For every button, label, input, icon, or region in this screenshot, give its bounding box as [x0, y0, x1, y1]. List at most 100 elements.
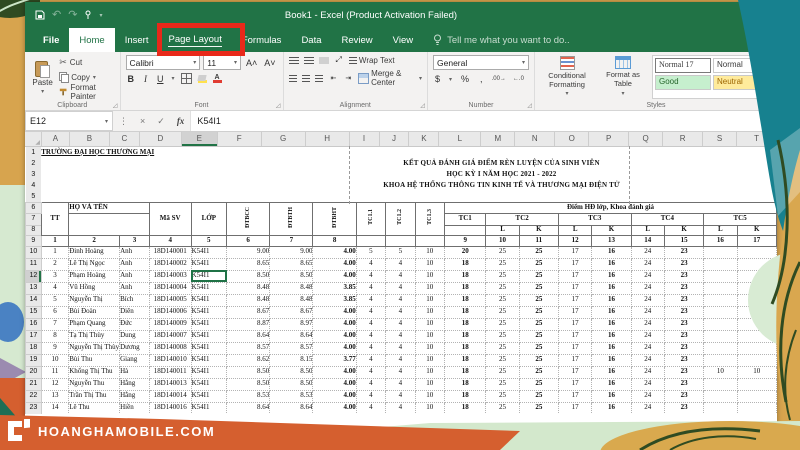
cell[interactable]: 25 [518, 365, 559, 379]
cell-style-neutral[interactable]: Neutral [713, 75, 769, 90]
row-header-3[interactable]: 3 [25, 169, 42, 180]
cell[interactable]: Hiền [119, 401, 150, 414]
cell[interactable]: 4 [355, 293, 387, 307]
cell[interactable]: Bùi Đoàn [68, 305, 121, 319]
cell[interactable]: TC5 [703, 212, 777, 226]
cell[interactable]: 4.00 [312, 269, 357, 283]
cell[interactable]: 23 [663, 353, 705, 367]
formula-bar-splitter[interactable]: ⋮ [113, 111, 134, 131]
cell[interactable]: 8.64 [226, 329, 271, 343]
cell[interactable]: 8.50 [226, 269, 271, 283]
cell[interactable]: 10 [414, 329, 446, 343]
cell[interactable]: 25 [485, 269, 520, 283]
column-header-J[interactable]: J [380, 132, 410, 146]
cell[interactable]: 13 [40, 389, 70, 403]
cell[interactable]: 25 [518, 389, 559, 403]
cell[interactable]: 4.00 [312, 305, 357, 319]
cell[interactable]: 4 [148, 234, 192, 247]
cell[interactable]: 17 [557, 389, 593, 403]
cell[interactable] [736, 377, 777, 391]
borders-icon[interactable] [180, 73, 192, 84]
cell[interactable]: K54I1 [190, 389, 228, 403]
cell[interactable]: TC3 [557, 212, 632, 226]
cell[interactable]: 2 [68, 234, 121, 247]
cell[interactable]: 5 [190, 234, 228, 247]
cell[interactable]: LỚP [190, 201, 228, 236]
cell[interactable] [703, 341, 738, 355]
cell[interactable] [703, 377, 738, 391]
cell[interactable]: L [630, 224, 665, 236]
cell[interactable]: 12 [557, 234, 593, 247]
cell[interactable]: 25 [518, 269, 559, 283]
cell[interactable]: 4 [355, 389, 387, 403]
cell[interactable]: Phạm Quang [68, 317, 121, 331]
cell[interactable] [703, 389, 738, 403]
cell[interactable]: K54I1 [190, 269, 228, 283]
report-subtitle-cell[interactable]: HỌC KỲ I NĂM HỌC 2021 - 2022 [227, 169, 777, 180]
cell[interactable]: 7 [40, 317, 70, 331]
column-header-H[interactable]: H [306, 132, 350, 146]
cell[interactable]: K54I1 [190, 245, 228, 259]
cell[interactable]: 8 [312, 234, 357, 247]
cell[interactable]: 18D140011 [148, 365, 192, 379]
font-dialog-launcher[interactable]: ◿ [276, 102, 281, 109]
cell[interactable]: 8.48 [226, 293, 271, 307]
cell[interactable]: 24 [630, 293, 665, 307]
underline-button[interactable]: U [155, 74, 166, 84]
cell[interactable]: 16 [591, 305, 632, 319]
column-header-N[interactable]: N [515, 132, 556, 146]
cell[interactable]: 17 [557, 329, 593, 343]
cell[interactable]: 4.00 [312, 365, 357, 379]
cell[interactable]: 24 [630, 317, 665, 331]
cell[interactable]: Đinh Hoàng [68, 245, 121, 259]
cell[interactable]: 2 [40, 257, 70, 271]
column-header-E[interactable]: E [181, 132, 218, 146]
cell[interactable]: K [736, 224, 777, 236]
cell[interactable]: 17 [557, 401, 593, 414]
cell[interactable]: ĐTBCC [226, 201, 271, 236]
cut-button[interactable]: ✂ Cut [59, 56, 114, 69]
cell[interactable]: 4.00 [312, 317, 357, 331]
cell[interactable]: 25 [485, 377, 520, 391]
cell[interactable]: L [485, 224, 520, 236]
cell[interactable]: 8.64 [269, 401, 314, 414]
cell[interactable] [703, 305, 738, 319]
cell[interactable]: 18D140007 [148, 329, 192, 343]
cell[interactable]: 10 [703, 365, 738, 379]
cell[interactable]: 4 [355, 365, 387, 379]
cell[interactable] [736, 341, 777, 355]
bold-button[interactable]: B [126, 74, 137, 84]
column-header-G[interactable]: G [262, 132, 306, 146]
number-format-select[interactable]: General ▾ [433, 55, 529, 70]
cell-style-normal[interactable]: Normal [713, 58, 769, 73]
cell[interactable]: TC4 [630, 212, 705, 226]
cell[interactable]: 24 [630, 257, 665, 271]
cell[interactable]: 10 [40, 353, 70, 367]
cell[interactable]: Nguyễn Thị [68, 293, 121, 307]
cell[interactable]: 10 [414, 245, 446, 259]
increase-indent-icon[interactable]: ⇥ [343, 74, 353, 82]
cell[interactable]: 25 [485, 365, 520, 379]
row-header-19[interactable]: 19 [25, 353, 42, 367]
cell[interactable]: 1 [40, 245, 70, 259]
cell[interactable]: 17 [557, 245, 593, 259]
cell[interactable]: Anh [119, 257, 150, 271]
cell[interactable] [736, 245, 777, 259]
conditional-formatting-button[interactable]: Conditional Formatting ▾ [540, 55, 594, 99]
cell[interactable]: 8.50 [269, 365, 314, 379]
middle-align-icon[interactable] [303, 56, 314, 64]
cell[interactable]: 24 [630, 245, 665, 259]
merge-center-button[interactable]: Merge & Center ▾ [358, 69, 422, 87]
row-header-16[interactable]: 16 [25, 317, 42, 331]
cell[interactable]: 25 [518, 377, 559, 391]
cell[interactable]: K54I1 [190, 401, 228, 414]
cell[interactable]: 18D140002 [148, 257, 192, 271]
number-dialog-launcher[interactable]: ◿ [527, 102, 532, 109]
row-header-7[interactable]: 7 [25, 212, 42, 226]
cell[interactable]: 3.85 [312, 293, 357, 307]
cell-style-normal17[interactable]: Normal 17 [655, 58, 711, 73]
insert-function-icon[interactable]: fx [171, 111, 191, 131]
cell[interactable]: 24 [630, 305, 665, 319]
row-header-12[interactable]: 12 [25, 269, 42, 283]
shrink-font-button[interactable]: A˅ [262, 58, 277, 68]
